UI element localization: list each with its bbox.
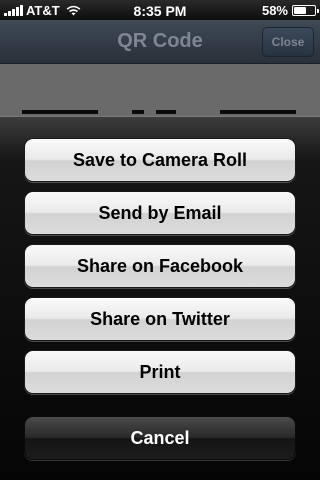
close-button[interactable]: Close bbox=[262, 27, 314, 57]
battery-percentage: 58% bbox=[261, 3, 288, 18]
share-on-twitter-button[interactable]: Share on Twitter bbox=[24, 297, 296, 341]
dimmed-content bbox=[0, 64, 320, 120]
qr-code-image bbox=[0, 110, 320, 114]
battery-level-fill bbox=[294, 7, 306, 14]
send-by-email-button[interactable]: Send by Email bbox=[24, 191, 296, 235]
print-button[interactable]: Print bbox=[24, 350, 296, 394]
navigation-bar: QR Code Close bbox=[0, 20, 320, 64]
action-sheet: Save to Camera Roll Send by Email Share … bbox=[0, 116, 320, 480]
status-bar: AT&T 8:35 PM 58% bbox=[0, 0, 320, 20]
cancel-button[interactable]: Cancel bbox=[24, 416, 296, 460]
save-to-camera-roll-button[interactable]: Save to Camera Roll bbox=[24, 138, 296, 182]
share-on-facebook-button[interactable]: Share on Facebook bbox=[24, 244, 296, 288]
status-right: 58% bbox=[261, 3, 319, 18]
battery-icon bbox=[292, 5, 319, 16]
